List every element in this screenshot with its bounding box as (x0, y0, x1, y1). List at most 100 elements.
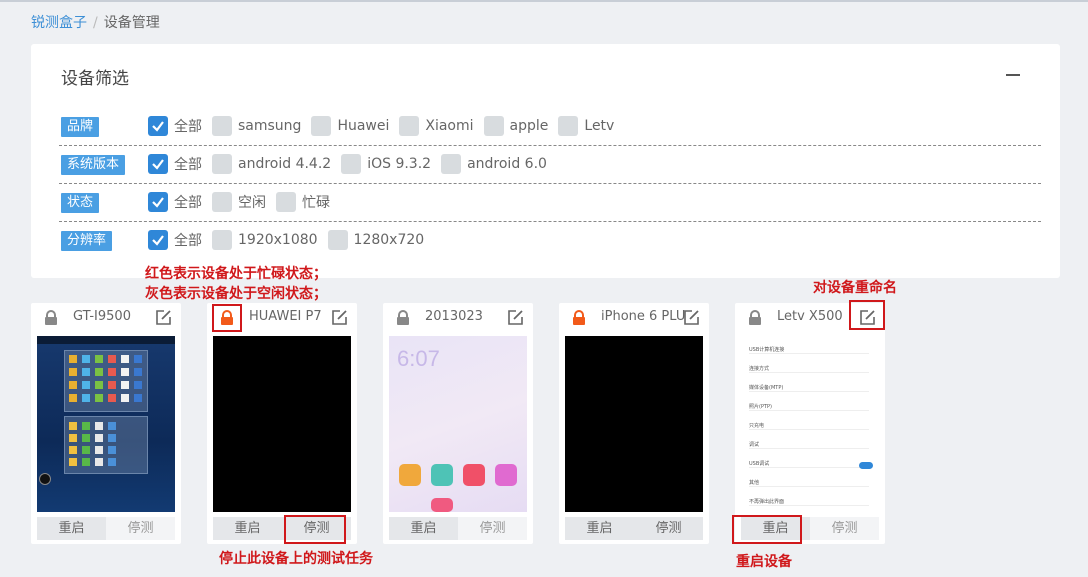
device-screen-preview[interactable] (37, 336, 175, 512)
filter-category-label: 分辨率 (61, 231, 113, 251)
annotation-idle-legend: 灰色表示设备处于空闲状态； (145, 286, 327, 302)
device-screen-preview[interactable]: USB计算机连接 连接方式 媒体设备(MTP) 照片(PTP) 只充电 调试 USB调试 其他… (741, 336, 879, 512)
restart-button[interactable]: 重启 (565, 517, 634, 540)
rename-annotation: 对设备重命名 (813, 280, 897, 296)
filter-panel-title: 设备筛选 (61, 69, 129, 89)
device-card: iPhone 6 PLUS 重启 停测 (559, 303, 709, 544)
filter-option[interactable]: 1280x720 (327, 230, 424, 250)
rename-highlight-box (849, 300, 885, 330)
filter-option[interactable]: android 4.4.2 (212, 154, 331, 174)
filter-option-label: android 6.0 (467, 156, 547, 172)
rename-edit-icon[interactable] (155, 309, 172, 326)
device-name: GT-I9500 (73, 309, 131, 324)
checkbox-icon[interactable] (212, 230, 232, 250)
collapse-panel-button[interactable] (1006, 74, 1020, 76)
filter-option[interactable]: Letv (558, 116, 614, 136)
device-card: Letv X500 USB计算机连接 连接方式 媒体设备(MTP) 照片(PTP) 只充… (735, 303, 885, 544)
device-screen-preview[interactable]: 6:07 (389, 336, 527, 512)
breadcrumb: 锐测盒子 / 设备管理 (31, 12, 160, 32)
lock-idle-icon (43, 310, 59, 326)
checkbox-icon[interactable] (212, 192, 232, 212)
filter-category-label: 系统版本 (61, 155, 126, 175)
device-name: Letv X500 (777, 309, 843, 324)
filter-option[interactable]: Huawei (311, 116, 389, 136)
checkbox-icon[interactable] (276, 192, 296, 212)
filter-option[interactable]: Xiaomi (399, 116, 474, 136)
stop-test-button[interactable]: 停测 (810, 517, 879, 540)
filter-category-label: 状态 (61, 193, 100, 213)
checkbox-icon[interactable] (558, 116, 579, 136)
filter-option[interactable]: 1920x1080 (212, 230, 318, 250)
checkbox-icon[interactable] (399, 116, 420, 136)
checkbox-icon[interactable] (311, 116, 332, 136)
device-card: 2013023 6:07 重启 停测 (383, 303, 533, 544)
filter-option-label: 全部 (174, 233, 202, 249)
checkbox-checked-icon[interactable] (148, 154, 168, 174)
screen-text-line: USB计算机连接 (749, 346, 869, 354)
breadcrumb-root-link[interactable]: 锐测盒子 (31, 15, 87, 31)
screen-text-line: 其他 (749, 479, 869, 487)
screen-text-line: 只充电 (749, 422, 869, 430)
checkbox-icon[interactable] (212, 116, 232, 136)
filter-row: 系统版本 全部 android 4.4.2 iOS 9.3.2 android … (59, 146, 1041, 184)
checkbox-checked-icon[interactable] (148, 192, 168, 212)
filter-row: 分辨率 全部 1920x1080 1280x720 (59, 222, 1041, 260)
restart-button[interactable]: 重启 (37, 517, 106, 540)
filter-option-label: Letv (584, 118, 615, 134)
filter-option-label: apple (509, 118, 549, 134)
filter-option[interactable]: 全部 (148, 192, 202, 212)
filter-category-label: 品牌 (61, 117, 100, 137)
filter-option-label: 全部 (174, 157, 202, 173)
device-filter-panel: 设备筛选 品牌 全部 samsung Huawei Xiaomi apple L… (31, 44, 1060, 278)
stop-test-button[interactable]: 停测 (634, 517, 703, 540)
rename-edit-icon[interactable] (331, 309, 348, 326)
checkbox-icon[interactable] (483, 116, 504, 136)
filter-option[interactable]: 全部 (148, 116, 202, 136)
checkbox-checked-icon[interactable] (148, 116, 168, 136)
device-actions: 重启 停测 (37, 517, 175, 540)
lock-busy-icon (571, 310, 587, 326)
checkbox-checked-icon[interactable] (148, 230, 168, 250)
restart-button[interactable]: 重启 (389, 517, 458, 540)
device-screen-preview[interactable] (565, 336, 703, 512)
device-card: HUAWEI P7 重启 停测 (207, 303, 357, 544)
restart-highlight-box (732, 515, 802, 544)
filter-option-label: iOS 9.3.2 (367, 156, 432, 172)
filter-option[interactable]: 空闲 (212, 192, 266, 212)
device-actions: 重启 停测 (565, 517, 703, 540)
checkbox-icon[interactable] (341, 154, 362, 174)
checkbox-icon[interactable] (441, 154, 462, 174)
filter-option-label: 1920x1080 (238, 232, 318, 248)
lock-screen-clock: 6:07 (397, 346, 440, 371)
stop-highlight-box (284, 515, 346, 544)
filter-option[interactable]: 忙碌 (276, 192, 330, 212)
device-card-header: GT-I9500 (31, 303, 181, 333)
annotation-busy-legend: 红色表示设备处于忙碌状态； (145, 266, 327, 282)
rename-edit-icon[interactable] (683, 309, 700, 326)
restart-annotation: 重启设备 (736, 554, 792, 570)
status-legend-annotation: 红色表示设备处于忙碌状态； 灰色表示设备处于空闲状态； (145, 264, 327, 304)
stop-test-button[interactable]: 停测 (106, 517, 175, 540)
filter-option-label: Xiaomi (425, 118, 474, 134)
filter-option-label: Huawei (337, 118, 390, 134)
device-card: GT-I9500 重启 停测 (31, 303, 181, 544)
screen-text-line: 媒体设备(MTP) (749, 384, 869, 392)
breadcrumb-current: 设备管理 (103, 15, 160, 31)
filter-option[interactable]: 全部 (148, 230, 202, 250)
stop-test-button[interactable]: 停测 (458, 517, 527, 540)
device-screen-preview[interactable] (213, 336, 351, 512)
filter-option-label: 忙碌 (302, 195, 330, 211)
device-name: 2013023 (425, 309, 483, 324)
screen-text-line: 照片(PTP) (749, 403, 869, 411)
rename-edit-icon[interactable] (507, 309, 524, 326)
filter-option[interactable]: apple (483, 116, 549, 136)
checkbox-icon[interactable] (212, 154, 232, 174)
checkbox-icon[interactable] (327, 230, 348, 250)
breadcrumb-separator: / (93, 15, 98, 31)
filter-option[interactable]: iOS 9.3.2 (341, 154, 431, 174)
filter-option[interactable]: samsung (212, 116, 301, 136)
device-name: HUAWEI P7 (249, 309, 322, 324)
filter-option[interactable]: 全部 (148, 154, 202, 174)
restart-button[interactable]: 重启 (213, 517, 282, 540)
filter-option[interactable]: android 6.0 (441, 154, 547, 174)
